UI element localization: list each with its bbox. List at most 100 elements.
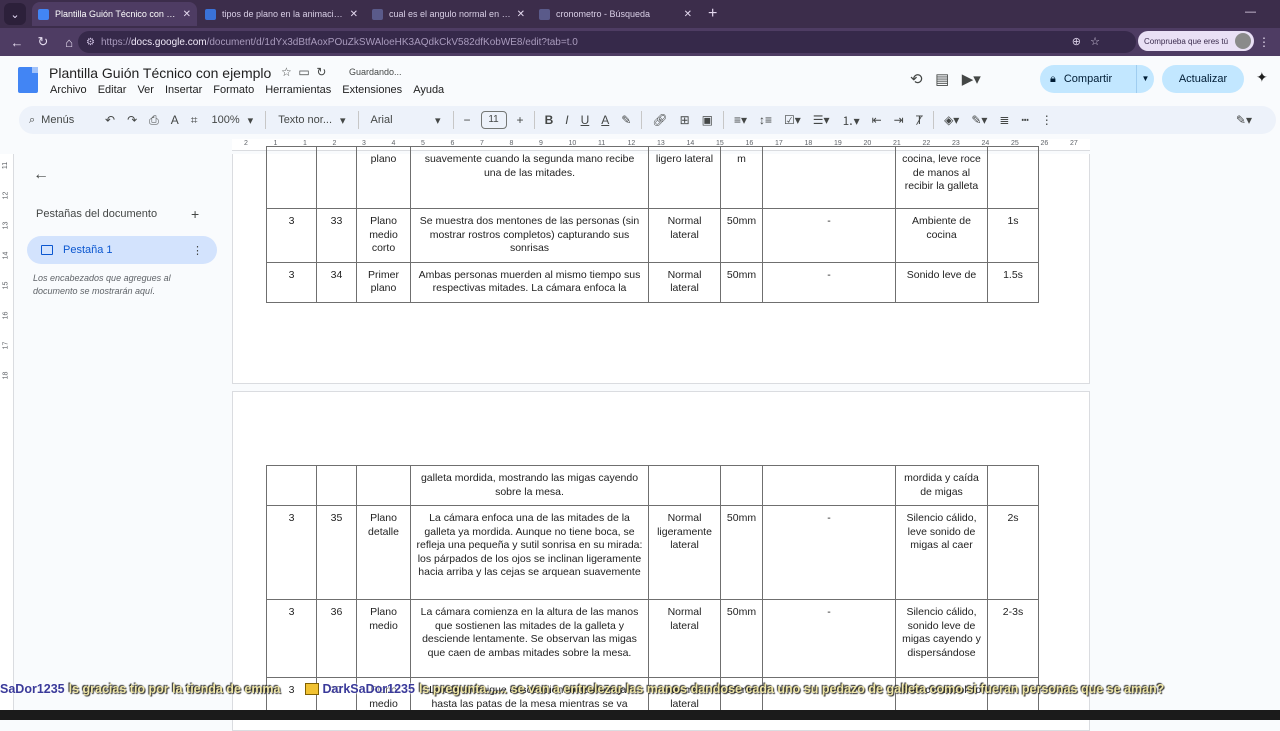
table-cell[interactable]: - <box>762 599 896 678</box>
table-cell[interactable] <box>266 146 317 209</box>
browser-tab-1[interactable]: Plantilla Guión Técnico con ejempl ✕ <box>32 2 197 26</box>
gemini-icon[interactable]: ✦ <box>1256 69 1268 86</box>
table-cell[interactable]: ligero lateral <box>648 146 721 209</box>
table-cell[interactable]: 3 <box>266 208 317 263</box>
table-cell[interactable]: Primer plano <box>356 261 411 303</box>
menu-insertar[interactable]: Insertar <box>165 84 202 96</box>
table-cell[interactable]: 50mm <box>720 505 763 600</box>
table-cell[interactable]: La cámara comienza en la altura de las m… <box>410 599 649 678</box>
table-cell[interactable]: 50mm <box>720 208 763 263</box>
bookmark-star-icon[interactable]: ⊕ ☆ <box>1072 35 1100 48</box>
table-cell[interactable]: 35 <box>316 505 357 600</box>
table-row[interactable]: 3 36 Plano medio La cámara comienza en la a… <box>266 599 1039 678</box>
spellcheck-icon[interactable]: A <box>171 113 179 127</box>
table-cell[interactable]: - <box>762 505 896 600</box>
table-cell[interactable]: 34 <box>316 261 357 303</box>
table-cell[interactable] <box>316 465 357 506</box>
browser-tab-4[interactable]: cronometro - Búsqueda ✕ <box>533 2 698 26</box>
table-cell[interactable]: 3 <box>266 505 317 600</box>
font-select[interactable]: Arial ▾ <box>371 114 441 127</box>
share-button[interactable]: 🔒︎ Compartir ▼ <box>1040 65 1154 93</box>
table-cell[interactable]: Se muestra dos mentones de las personas … <box>410 208 649 263</box>
menu-herramientas[interactable]: Herramientas <box>265 84 331 96</box>
browser-menu-icon[interactable]: ⋮ <box>1258 35 1270 49</box>
close-tab-icon[interactable]: ✕ <box>517 9 525 20</box>
clear-format-icon[interactable]: Ⱦ <box>916 113 923 127</box>
print-icon[interactable]: ⎙ <box>149 113 159 128</box>
update-button[interactable]: Actualizar <box>1162 65 1244 93</box>
table-cell[interactable] <box>356 465 411 506</box>
table-cell[interactable]: 3 <box>266 599 317 678</box>
table-cell[interactable]: 1.5s <box>987 261 1039 303</box>
table-cell[interactable] <box>987 146 1039 209</box>
table-cell[interactable]: mordida y caída de migas <box>895 465 988 506</box>
table-cell[interactable]: 3 <box>266 261 317 303</box>
table-cell[interactable]: 2-3s <box>987 599 1039 678</box>
table-cell[interactable]: Normal lateral <box>648 599 721 678</box>
browser-tab-3[interactable]: cual es el angulo normal en anima ✕ <box>366 2 531 26</box>
align-icon[interactable]: ≡▾ <box>734 113 747 127</box>
increase-indent-icon[interactable]: ⇥ <box>894 113 904 127</box>
table-row[interactable]: galleta mordida, mostrando las migas cay… <box>266 465 1039 506</box>
table-cell[interactable] <box>762 146 896 209</box>
link-icon[interactable]: 🔗︎ <box>652 113 667 127</box>
border-color-icon[interactable]: ✎▾ <box>971 113 987 127</box>
table-cell[interactable]: Silencio cálido, leve sonido de migas al… <box>895 505 988 600</box>
table-cell[interactable] <box>648 465 721 506</box>
border-width-icon[interactable]: ≣ <box>999 113 1009 127</box>
table-cell[interactable]: cocina, leve roce de manos al recibir la… <box>895 146 988 209</box>
table-cell[interactable]: - <box>762 261 896 303</box>
italic-icon[interactable]: I <box>565 113 568 127</box>
table-cell[interactable]: La cámara enfoca una de las mitades de l… <box>410 505 649 600</box>
site-info-icon[interactable]: ⚙ <box>86 37 95 48</box>
highlight-icon[interactable]: ✎ <box>621 113 631 127</box>
fill-color-icon[interactable]: ◈▾ <box>944 113 959 127</box>
table-cell[interactable]: 36 <box>316 599 357 678</box>
undo-icon[interactable]: ↶ <box>105 113 115 127</box>
table-row[interactable]: 3 35 Plano detalle La cámara enfoca una de … <box>266 505 1039 600</box>
document-page[interactable]: plano suavemente cuando la segunda mano r… <box>232 146 1090 384</box>
border-dash-icon[interactable]: ┅ <box>1021 113 1028 127</box>
tab-options-icon[interactable]: ⋮ <box>192 244 203 257</box>
minimize-icon[interactable]: — <box>1245 6 1256 18</box>
table-cell[interactable] <box>762 465 896 506</box>
menu-search[interactable]: ⌕ Menús <box>29 114 99 127</box>
font-size-increase-icon[interactable]: + <box>517 113 524 127</box>
decrease-indent-icon[interactable]: ⇤ <box>872 113 882 127</box>
menu-editar[interactable]: Editar <box>98 84 127 96</box>
redo-icon[interactable]: ↷ <box>127 113 137 127</box>
text-color-icon[interactable]: A <box>601 113 609 127</box>
table-cell[interactable]: Normal ligeramente lateral <box>648 505 721 600</box>
table-cell[interactable]: suavemente cuando la segunda mano recibe… <box>410 146 649 209</box>
table-cell[interactable]: Ambas personas muerden al mismo tiempo s… <box>410 261 649 303</box>
table-cell[interactable]: Plano medio corto <box>356 208 411 263</box>
close-tab-icon[interactable]: ✕ <box>350 9 358 20</box>
add-tab-icon[interactable]: + <box>191 206 199 222</box>
more-options-icon[interactable]: ⋮ <box>1041 113 1053 127</box>
sidebar-item-tab-1[interactable]: Pestaña 1 ⋮ <box>27 236 217 264</box>
history-icon[interactable]: ⟲ ▤ ▶▾ <box>910 70 981 88</box>
line-spacing-icon[interactable]: ↕≡ <box>759 113 772 127</box>
table-cell[interactable] <box>316 146 357 209</box>
menu-extensiones[interactable]: Extensiones <box>342 84 402 96</box>
style-select[interactable]: Texto nor... ▾ <box>278 114 345 127</box>
table-cell[interactable]: Ambiente de cocina <box>895 208 988 263</box>
editing-mode-icon[interactable]: ✎▾ <box>1236 113 1252 127</box>
table-cell[interactable]: Normal lateral <box>648 208 721 263</box>
table-row[interactable]: plano suavemente cuando la segunda mano r… <box>266 146 1039 209</box>
document-title[interactable]: Plantilla Guión Técnico con ejemplo <box>49 65 271 81</box>
table-cell[interactable]: 50mm <box>720 261 763 303</box>
paint-format-icon[interactable]: ⌗ <box>191 113 198 128</box>
table-cell[interactable]: 33 <box>316 208 357 263</box>
bold-icon[interactable]: B <box>545 113 554 127</box>
table-cell[interactable]: 50mm <box>720 599 763 678</box>
table-cell[interactable]: 1s <box>987 208 1039 263</box>
menu-formato[interactable]: Formato <box>213 84 254 96</box>
menu-ver[interactable]: Ver <box>137 84 154 96</box>
table-cell[interactable]: m <box>720 146 763 209</box>
reload-icon[interactable]: ↻ <box>30 34 56 50</box>
table-cell[interactable]: plano <box>356 146 411 209</box>
back-arrow-icon[interactable]: ← <box>33 166 49 184</box>
profile-button[interactable]: Comprueba que eres tú <box>1138 31 1254 51</box>
checklist-icon[interactable]: ☑▾ <box>784 113 801 127</box>
